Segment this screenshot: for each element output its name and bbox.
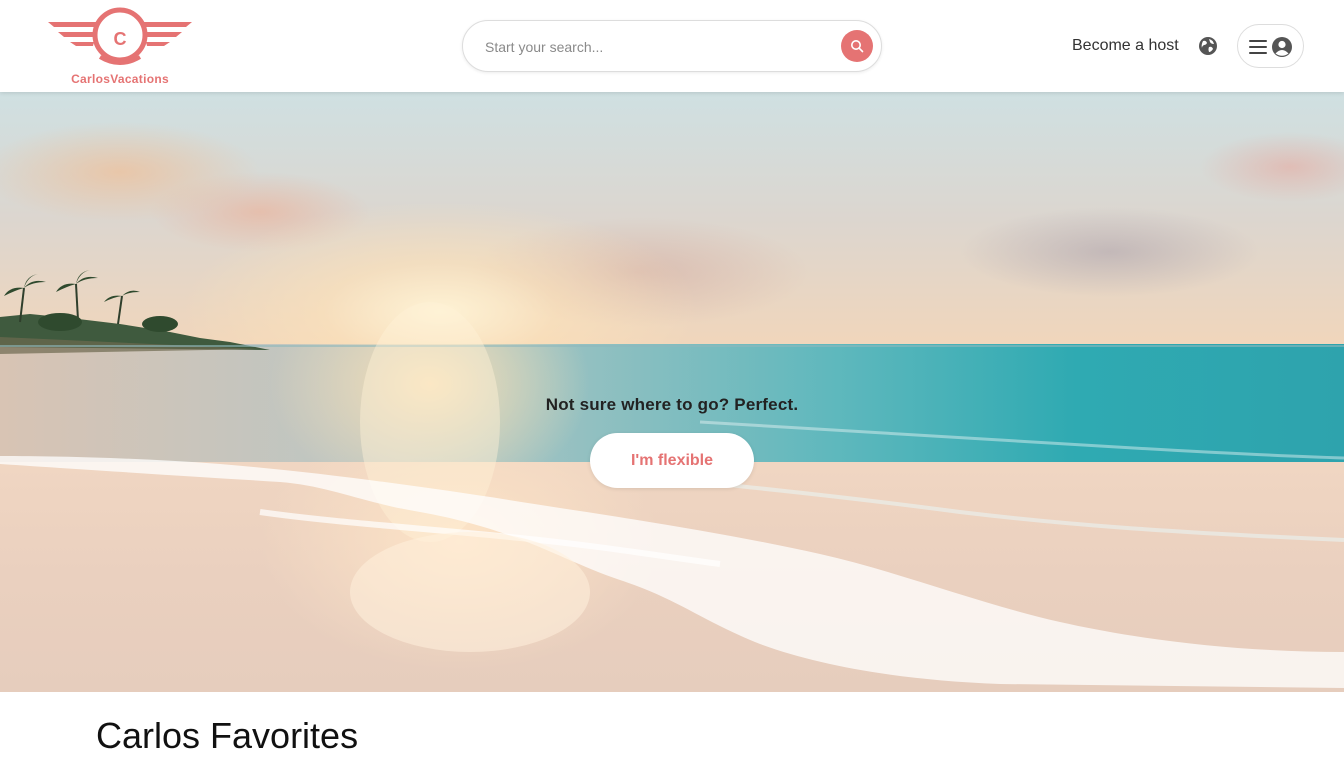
hamburger-icon [1249, 40, 1267, 54]
beach-scene-image [0, 270, 1344, 688]
user-menu-button[interactable] [1237, 24, 1304, 68]
search-bar[interactable] [462, 20, 882, 72]
globe-icon[interactable] [1198, 36, 1218, 56]
hero-banner: Not sure where to go? Perfect. I'm flexi… [0, 92, 1344, 692]
become-host-link[interactable]: Become a host [1072, 37, 1179, 55]
search-button[interactable] [841, 30, 873, 62]
logo[interactable]: C CarlosVacations [48, 5, 192, 89]
logo-text: CarlosVacations [71, 72, 169, 86]
top-navbar: C CarlosVacations Become a host [0, 0, 1344, 92]
user-avatar-icon [1271, 36, 1293, 58]
hero-tagline: Not sure where to go? Perfect. [545, 395, 799, 414]
im-flexible-button[interactable]: I'm flexible [590, 433, 754, 488]
logo-letter: C [113, 29, 127, 49]
search-icon [851, 40, 864, 53]
search-input[interactable] [483, 35, 833, 59]
section-title: Carlos Favorites [96, 715, 359, 756]
